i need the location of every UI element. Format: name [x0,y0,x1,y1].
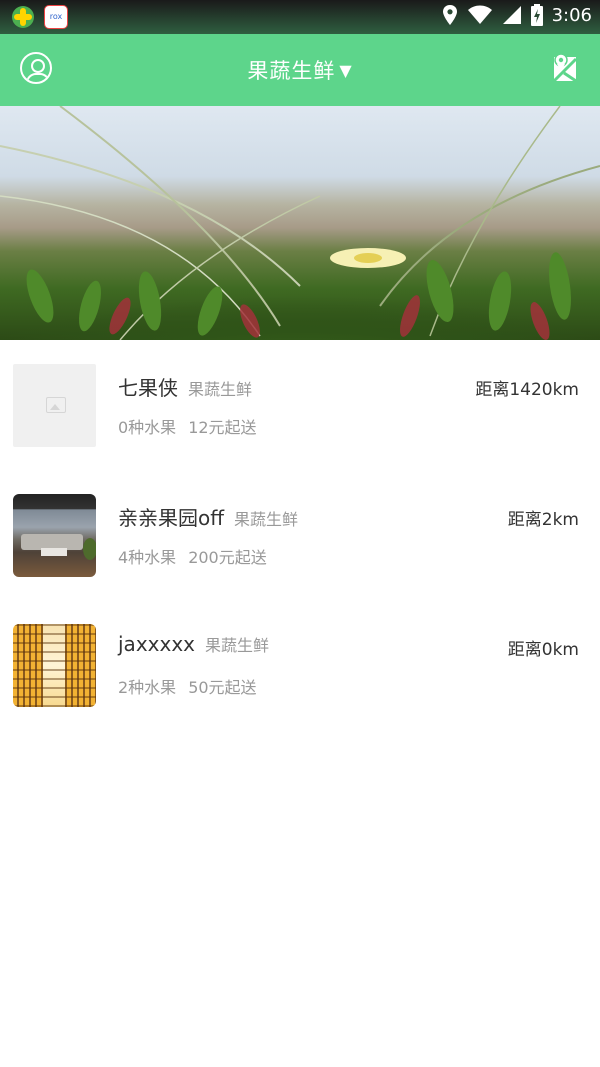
store-meta: 4种水果 200元起送 [118,544,267,568]
store-thumbnail [13,494,96,577]
promo-banner[interactable] [0,106,600,340]
fruit-count: 2种水果 [118,678,177,697]
store-name: 七果侠 [118,376,178,400]
app-header: 果蔬生鲜 ▼ [0,34,600,106]
fruit-count: 0种水果 [118,418,177,437]
signal-icon [502,6,521,24]
store-distance: 距离2km [507,510,579,530]
store-thumbnail-placeholder [13,364,96,447]
store-category: 果蔬生鲜 [234,510,299,529]
min-order: 200元起送 [188,548,267,567]
map-icon[interactable] [550,51,580,85]
clock: 3:06 [551,4,592,26]
store-item[interactable]: jaxxxxx 果蔬生鲜 距离0km 2种水果 50元起送 [0,600,600,730]
store-name-row: 亲亲果园off 果蔬生鲜 [118,502,298,531]
store-category: 果蔬生鲜 [205,636,270,655]
store-item[interactable]: 七果侠 果蔬生鲜 距离1420km 0种水果 12元起送 [0,340,600,470]
battery-charging-icon [530,4,543,26]
fruit-count: 4种水果 [118,548,177,567]
store-thumbnail [13,624,96,707]
store-distance: 距离0km [507,640,579,660]
store-name-row: 七果侠 果蔬生鲜 [118,372,252,401]
store-item[interactable]: 亲亲果园off 果蔬生鲜 距离2km 4种水果 200元起送 [0,470,600,600]
chevron-down-icon: ▼ [339,61,353,80]
rox-app-icon: rox [44,5,68,29]
store-distance: 距离1420km [475,380,579,400]
min-order: 12元起送 [188,418,257,437]
banner-image [0,106,600,340]
store-name: 亲亲果园off [118,506,225,530]
location-icon [442,5,457,25]
store-list: 七果侠 果蔬生鲜 距离1420km 0种水果 12元起送 亲亲果园off 果蔬生鲜 距… [0,340,600,730]
category-selector[interactable]: 果蔬生鲜 ▼ [0,55,600,85]
store-category: 果蔬生鲜 [188,380,253,399]
app-notification-icon [12,6,34,28]
image-placeholder-icon [46,397,66,413]
store-meta: 2种水果 50元起送 [118,674,257,698]
min-order: 50元起送 [188,678,257,697]
store-name-row: jaxxxxx 果蔬生鲜 [118,632,269,656]
status-bar: rox 3:06 [0,0,600,34]
store-name: jaxxxxx [118,632,195,656]
category-title: 果蔬生鲜 [247,59,336,83]
wifi-icon [467,5,492,24]
store-meta: 0种水果 12元起送 [118,414,257,438]
